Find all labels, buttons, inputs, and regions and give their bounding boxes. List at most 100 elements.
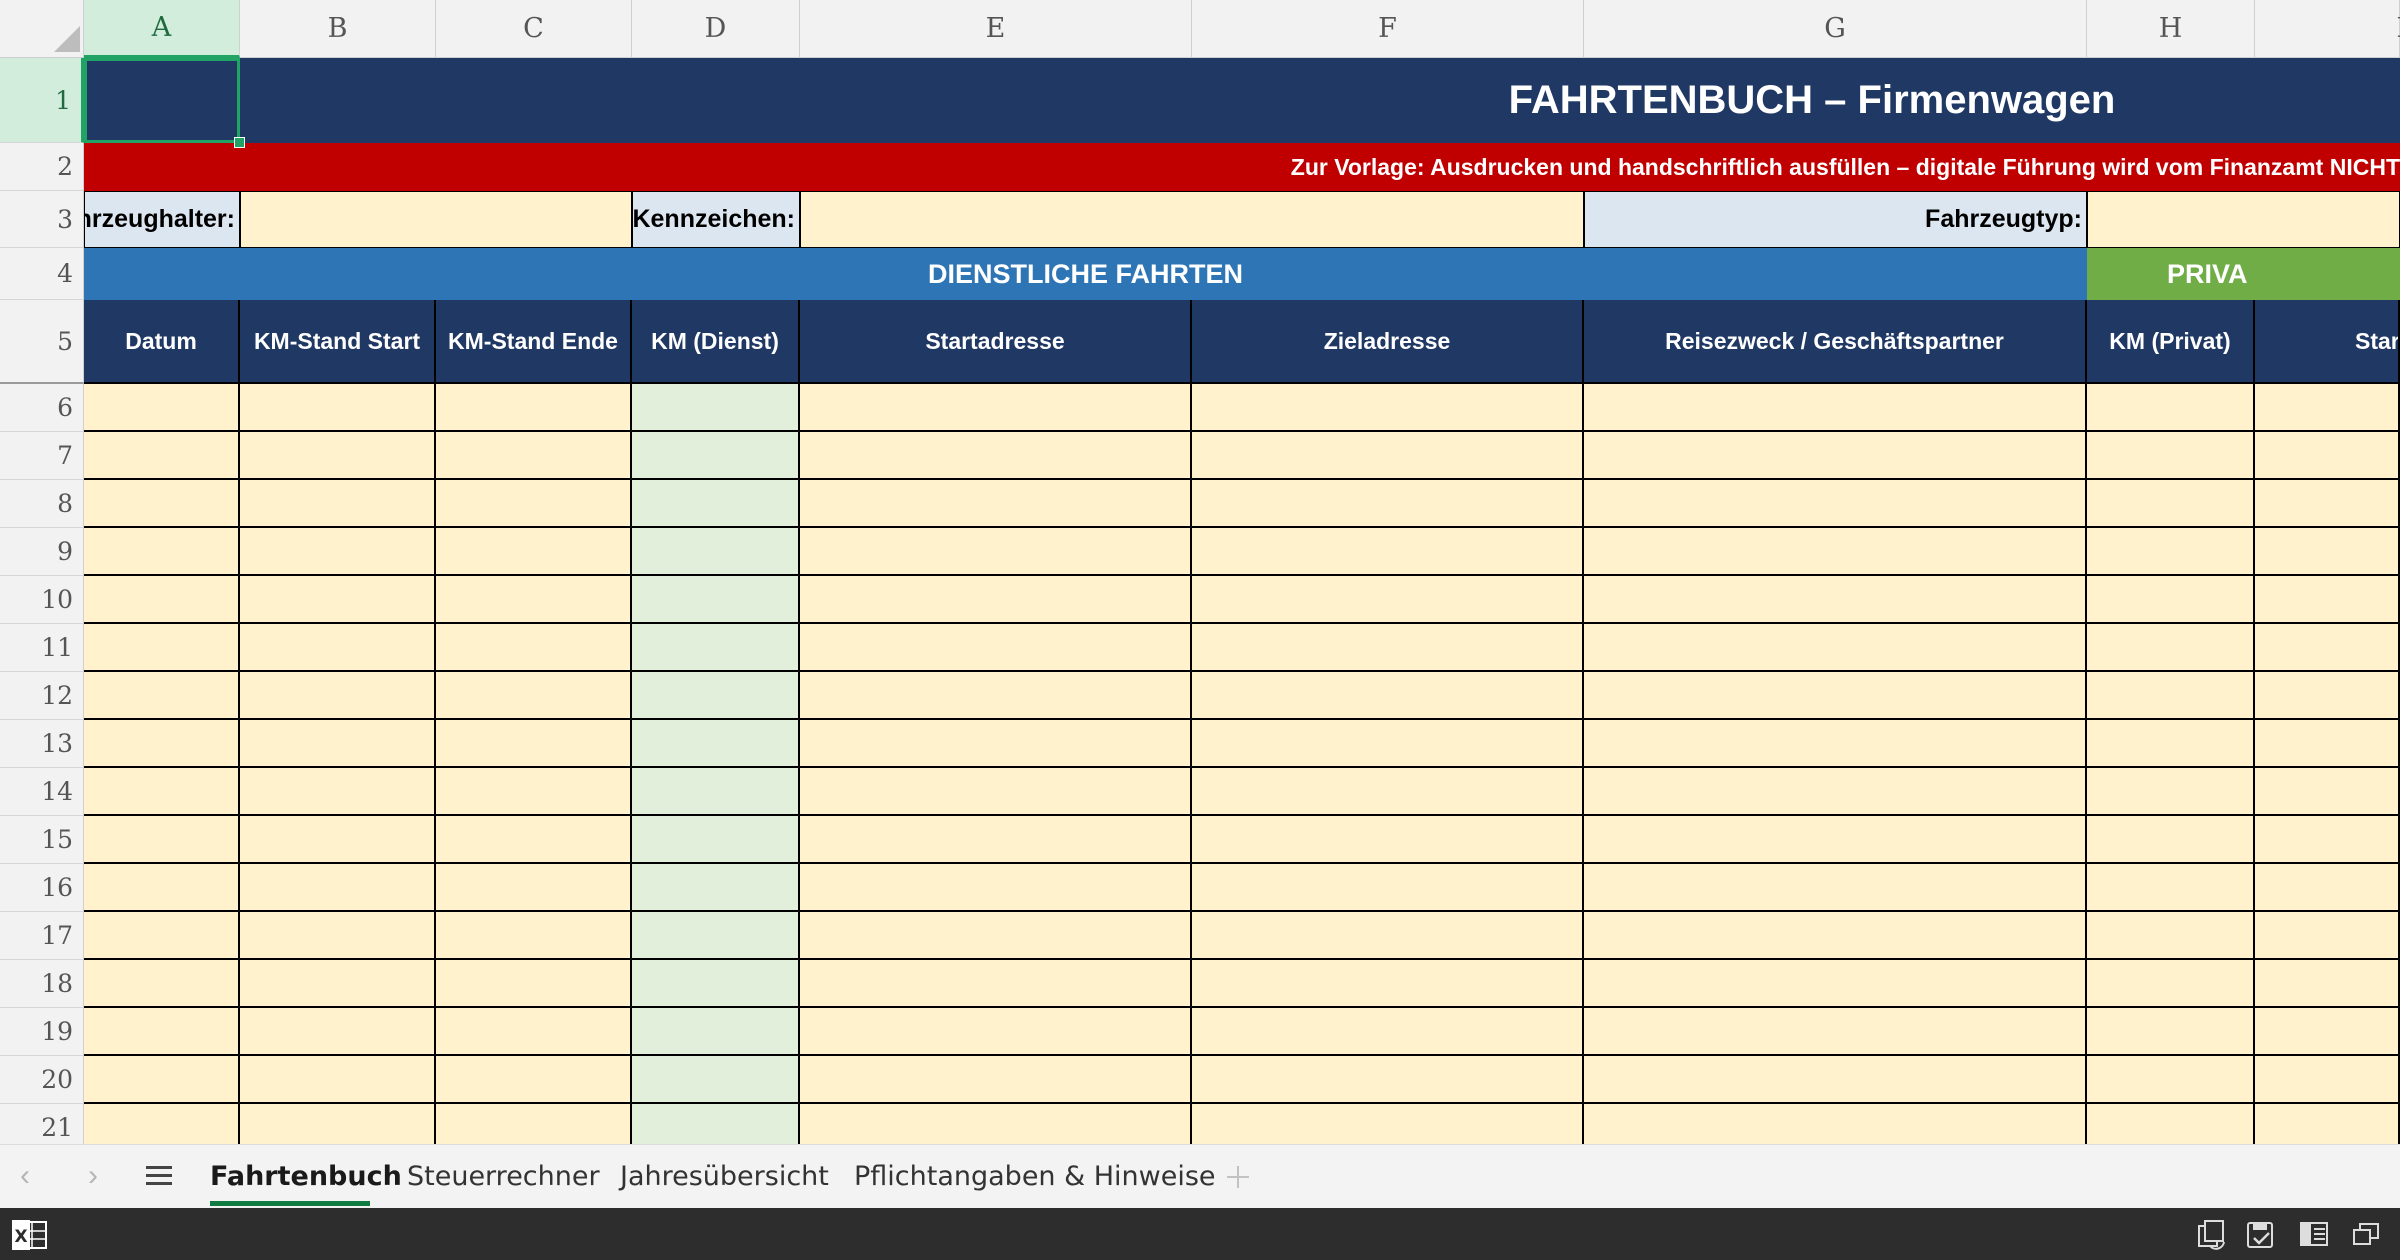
data-cell[interactable] xyxy=(2255,864,2400,912)
column-header-h[interactable]: H xyxy=(2087,0,2255,58)
data-cell[interactable] xyxy=(1584,1104,2087,1144)
data-cell[interactable] xyxy=(436,528,632,576)
data-cell[interactable] xyxy=(84,816,240,864)
data-cell[interactable] xyxy=(240,480,436,528)
holder-label-cell[interactable]: hrzeughalter: xyxy=(84,191,240,248)
column-header-i[interactable]: I xyxy=(2255,0,2400,58)
data-cell[interactable] xyxy=(436,768,632,816)
data-cell[interactable] xyxy=(632,576,800,624)
vehicle-type-label-cell[interactable]: Fahrzeugtyp: xyxy=(1584,191,2087,248)
data-cell[interactable] xyxy=(2255,384,2400,432)
header-destination-address[interactable]: Zieladresse xyxy=(1192,300,1584,384)
data-cell[interactable] xyxy=(2255,432,2400,480)
data-cell[interactable] xyxy=(2255,912,2400,960)
data-cell[interactable] xyxy=(800,576,1192,624)
data-cell[interactable] xyxy=(240,768,436,816)
data-cell[interactable] xyxy=(84,768,240,816)
data-cell[interactable] xyxy=(240,384,436,432)
data-cell[interactable] xyxy=(1192,672,1584,720)
header-datum[interactable]: Datum xyxy=(84,300,240,384)
tab-pflichtangaben[interactable]: Pflichtangaben & Hinweise xyxy=(854,1145,1216,1207)
column-header-g[interactable]: G xyxy=(1584,0,2087,58)
data-cell[interactable] xyxy=(436,576,632,624)
data-cell[interactable] xyxy=(2087,816,2255,864)
data-cell[interactable] xyxy=(84,480,240,528)
sheet-title-cell[interactable]: FAHRTENBUCH – Firmenwagen xyxy=(84,58,2400,143)
data-cell[interactable] xyxy=(632,960,800,1008)
data-cell[interactable] xyxy=(84,624,240,672)
data-cell[interactable] xyxy=(2255,1056,2400,1104)
data-cell[interactable] xyxy=(2255,960,2400,1008)
chevron-left-icon[interactable]: ‹ xyxy=(20,1159,30,1193)
data-cell[interactable] xyxy=(84,672,240,720)
data-cell[interactable] xyxy=(1584,480,2087,528)
header-trip-purpose[interactable]: Reisezweck / Geschäftspartner xyxy=(1584,300,2087,384)
data-cell[interactable] xyxy=(436,912,632,960)
data-cell[interactable] xyxy=(436,480,632,528)
row-header-12[interactable]: 12 xyxy=(0,672,84,720)
fill-handle[interactable] xyxy=(234,137,245,148)
data-cell[interactable] xyxy=(1584,816,2087,864)
column-header-d[interactable]: D xyxy=(632,0,800,58)
data-cell[interactable] xyxy=(1584,384,2087,432)
data-cell[interactable] xyxy=(632,720,800,768)
data-cell[interactable] xyxy=(632,1008,800,1056)
data-cell[interactable] xyxy=(1584,528,2087,576)
data-cell[interactable] xyxy=(1584,1056,2087,1104)
plus-icon[interactable] xyxy=(1226,1165,1250,1189)
data-cell[interactable] xyxy=(1192,720,1584,768)
tab-jahresuebersicht[interactable]: Jahresübersicht xyxy=(620,1145,829,1207)
data-cell[interactable] xyxy=(436,816,632,864)
data-cell[interactable] xyxy=(1584,576,2087,624)
data-cell[interactable] xyxy=(240,720,436,768)
data-cell[interactable] xyxy=(240,816,436,864)
data-cell[interactable] xyxy=(240,672,436,720)
data-cell[interactable] xyxy=(1584,768,2087,816)
select-all-corner[interactable] xyxy=(0,0,84,58)
data-cell[interactable] xyxy=(1584,624,2087,672)
data-cell[interactable] xyxy=(240,960,436,1008)
data-cell[interactable] xyxy=(2087,672,2255,720)
tab-fahrtenbuch[interactable]: Fahrtenbuch xyxy=(210,1145,402,1207)
data-cell[interactable] xyxy=(800,912,1192,960)
data-cell[interactable] xyxy=(2087,768,2255,816)
data-cell[interactable] xyxy=(240,576,436,624)
data-cell[interactable] xyxy=(632,864,800,912)
column-header-f[interactable]: F xyxy=(1192,0,1584,58)
data-cell[interactable] xyxy=(2255,816,2400,864)
data-cell[interactable] xyxy=(2087,624,2255,672)
data-cell[interactable] xyxy=(2087,528,2255,576)
data-cell[interactable] xyxy=(84,1056,240,1104)
data-cell[interactable] xyxy=(2087,1104,2255,1144)
data-cell[interactable] xyxy=(240,528,436,576)
data-cell[interactable] xyxy=(2087,576,2255,624)
data-cell[interactable] xyxy=(1192,912,1584,960)
data-cell[interactable] xyxy=(436,720,632,768)
data-cell[interactable] xyxy=(632,480,800,528)
data-cell[interactable] xyxy=(2087,864,2255,912)
data-cell[interactable] xyxy=(1192,816,1584,864)
row-header-19[interactable]: 19 xyxy=(0,1008,84,1056)
row-header-10[interactable]: 10 xyxy=(0,576,84,624)
data-cell[interactable] xyxy=(800,816,1192,864)
data-cell[interactable] xyxy=(1192,1056,1584,1104)
data-cell[interactable] xyxy=(436,432,632,480)
data-cell[interactable] xyxy=(800,1104,1192,1144)
row-header-5[interactable]: 5 xyxy=(0,300,84,384)
layout-icon[interactable] xyxy=(2298,1218,2332,1250)
data-cell[interactable] xyxy=(1192,480,1584,528)
data-cell[interactable] xyxy=(1192,864,1584,912)
data-cell[interactable] xyxy=(240,1008,436,1056)
private-trips-band[interactable]: PRIVA xyxy=(2087,248,2400,300)
data-cell[interactable] xyxy=(632,816,800,864)
data-cell[interactable] xyxy=(1584,912,2087,960)
sync-icon[interactable] xyxy=(2196,1218,2230,1250)
data-cell[interactable] xyxy=(800,1056,1192,1104)
data-cell[interactable] xyxy=(2255,672,2400,720)
row-header-20[interactable]: 20 xyxy=(0,1056,84,1104)
data-cell[interactable] xyxy=(632,528,800,576)
data-cell[interactable] xyxy=(2087,384,2255,432)
data-cell[interactable] xyxy=(632,1056,800,1104)
window-icon[interactable] xyxy=(2350,1218,2384,1250)
data-cell[interactable] xyxy=(2087,720,2255,768)
